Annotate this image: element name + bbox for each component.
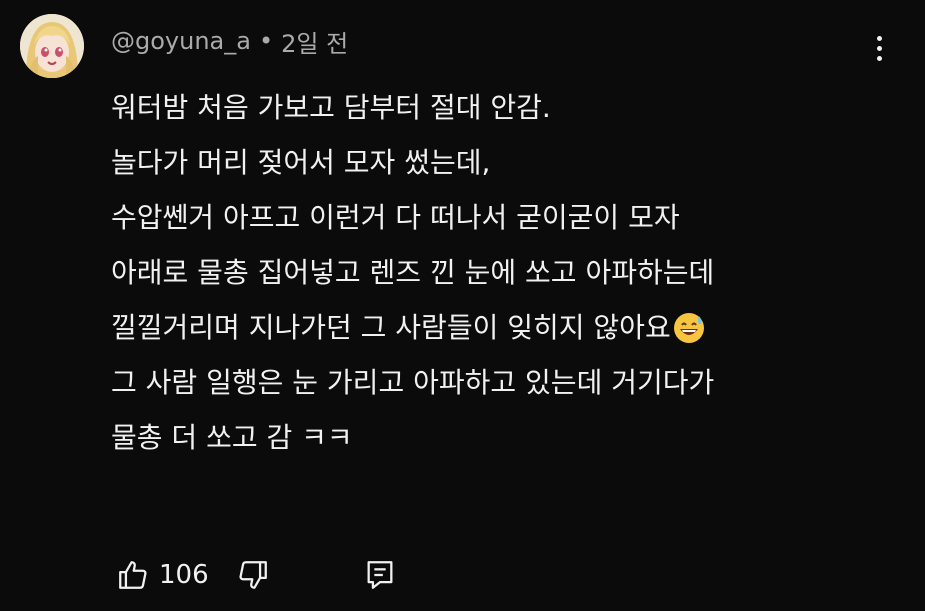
dislike-button[interactable] [231,553,275,597]
thumbs-up-icon [119,561,147,589]
author-name[interactable]: @goyuna_a [111,27,251,55]
grinning-sweat-emoji [673,312,704,343]
comment-body: 워터밤 처음 가보고 담부터 절대 안감. 놀다가 머리 젖어서 모자 썼는데,… [111,80,714,465]
comment-line: 아래로 물총 집어넣고 렌즈 낀 눈에 쏘고 아파하는데 [111,256,715,289]
comment-line: 워터밤 처음 가보고 담부터 절대 안감. [111,91,551,124]
more-vertical-icon [876,35,882,61]
avatar[interactable] [20,14,84,78]
comment-line: 물총 더 쏘고 감 ㅋㅋ [111,421,353,454]
like-button[interactable] [111,553,155,597]
more-options-button[interactable] [862,28,896,68]
reply-button[interactable] [358,553,402,597]
meta-separator: • [258,27,274,55]
comment-header: @goyuna_a • 2일 전 [111,23,348,59]
reply-comment-icon [367,561,393,589]
comment-timestamp[interactable]: 2일 전 [281,24,348,59]
comment-actions: 106 [111,553,402,597]
comment-line: 놀다가 머리 젖어서 모자 썼는데, [111,146,491,179]
comment-line: 수압쎈거 아프고 이런거 다 떠나서 굳이굳이 모자 [111,201,680,234]
comment-line-text: 낄낄거리며 지나가던 그 사람들이 잊히지 않아요 [111,311,671,344]
like-count: 106 [159,560,209,590]
comment-line: 낄낄거리며 지나가던 그 사람들이 잊히지 않아요 [111,300,714,355]
comment-line: 그 사람 일행은 눈 가리고 아파하고 있는데 거기다가 [111,366,715,399]
thumbs-down-icon [239,561,267,589]
anime-avatar-icon [20,14,84,78]
comment-card: @goyuna_a • 2일 전 워터밤 처음 가보고 담부터 절대 안감. 놀… [0,0,925,611]
